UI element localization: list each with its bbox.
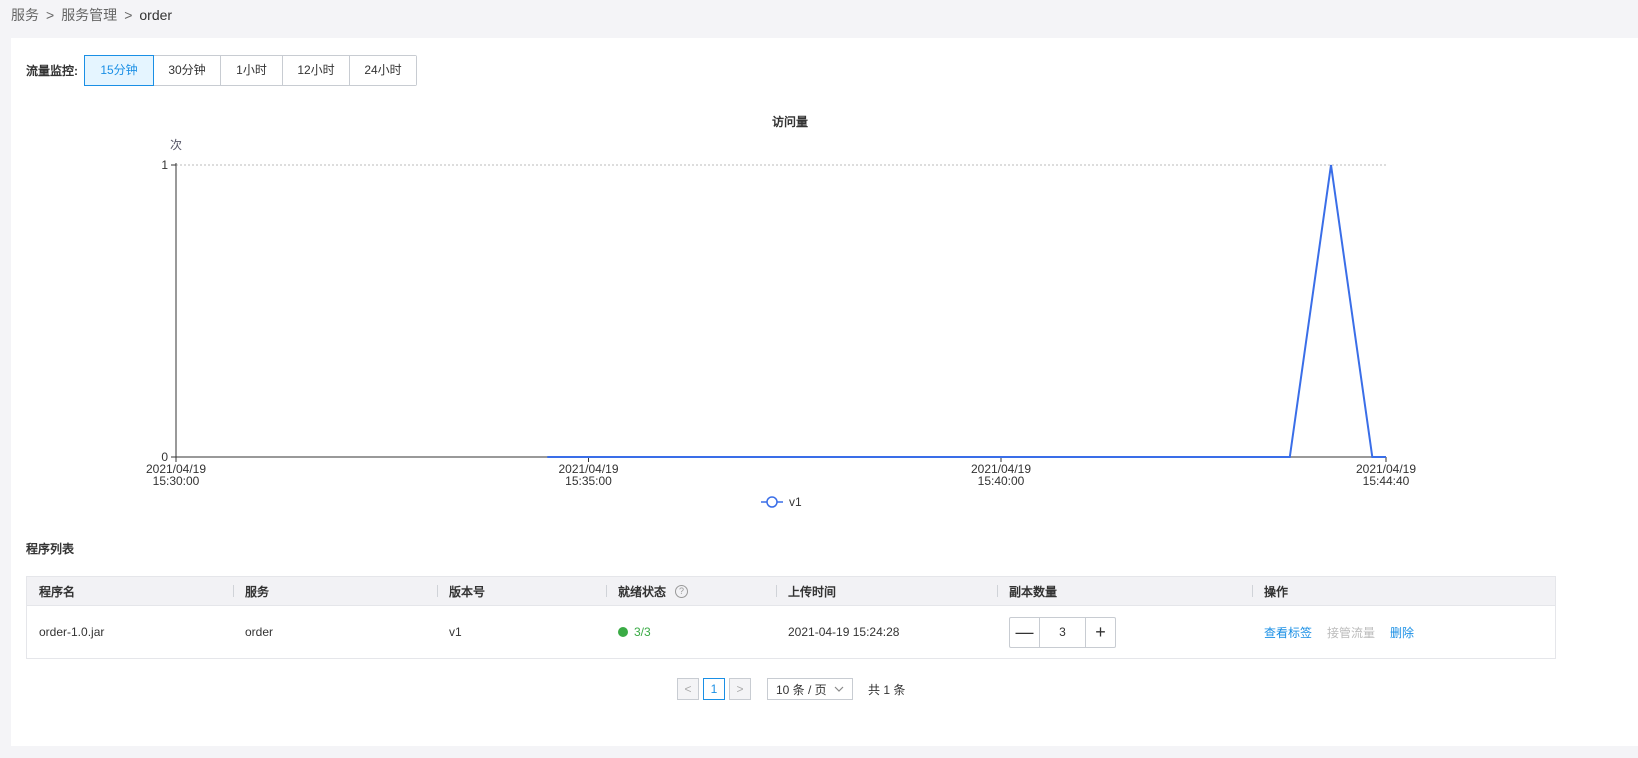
traffic-chart-svg: 访问量 次 01 2021/04/19 15:30:002021/04/19 15:… <box>146 114 1416 509</box>
cell-version: v1 <box>449 625 462 639</box>
pagination: < 1 > 10 条 / 页 共 1 条 <box>677 678 905 700</box>
traffic-monitor-row: 流量监控: 15分钟 30分钟 1小时 12小时 24小时 <box>26 55 417 86</box>
chevron-down-icon <box>834 686 844 692</box>
main-panel: 流量监控: 15分钟 30分钟 1小时 12小时 24小时 访问量 次 01 2… <box>11 38 1638 746</box>
breadcrumb-separator: > <box>124 7 133 23</box>
x-tick-label: 2021/04/19 15:35:00 <box>558 462 618 488</box>
cell-upload-time: 2021-04-19 15:24:28 <box>788 625 900 639</box>
y-tick-label: 1 <box>161 158 168 172</box>
table-body: order-1.0.jar order v1 3/3 2021-04-19 15… <box>27 606 1555 658</box>
legend-marker-icon[interactable] <box>766 496 778 508</box>
traffic-chart: 访问量 次 01 2021/04/19 15:30:00 2021/04/19 15:… <box>11 108 1638 518</box>
column-header-service: 服务 <box>233 583 437 600</box>
page-size-value: 10 条 / 页 <box>776 682 827 697</box>
legend-label[interactable]: v1 <box>789 495 802 509</box>
total-count: 共 1 条 <box>868 682 906 697</box>
view-tags-link[interactable]: 查看标签 <box>1264 624 1312 641</box>
chart-y-axis-label: 次 <box>170 138 182 152</box>
ready-status-dot-icon <box>618 627 628 637</box>
x-tick-label: 2021/04/19 15:44:40 <box>1356 462 1416 488</box>
breadcrumb-item-service-management[interactable]: 服务管理 <box>61 5 117 25</box>
cell-replicas: — 3 + <box>997 616 1252 648</box>
column-header-ready-status: 就绪状态? <box>606 583 776 600</box>
increment-button[interactable]: + <box>1086 618 1115 647</box>
page-size-select[interactable]: 10 条 / 页 <box>767 678 853 700</box>
help-icon[interactable]: ? <box>675 584 689 598</box>
decrement-button[interactable]: — <box>1010 618 1039 647</box>
cell-program-name: order-1.0.jar <box>39 625 105 639</box>
prev-page-button[interactable]: < <box>677 678 699 700</box>
range-30min-button[interactable]: 30分钟 <box>153 56 220 85</box>
next-page-button[interactable]: > <box>729 678 751 700</box>
cell-actions: 查看标签 接管流量 删除 <box>1252 624 1555 641</box>
chart-title: 访问量 <box>772 114 808 129</box>
traffic-monitor-label: 流量监控: <box>26 64 78 78</box>
program-list-title: 程序列表 <box>26 542 75 556</box>
range-24hour-button[interactable]: 24小时 <box>349 56 416 85</box>
table-row: order-1.0.jar order v1 3/3 2021-04-19 15… <box>27 606 1555 658</box>
x-tick-label: 2021/04/19 15:40:00 <box>971 462 1031 488</box>
range-12hour-button[interactable]: 12小时 <box>282 56 349 85</box>
time-range-selector: 15分钟 30分钟 1小时 12小时 24小时 <box>84 55 417 86</box>
table-header: 程序名 服务 版本号 就绪状态? 上传时间 副本数量 操作 <box>27 577 1555 606</box>
column-header-upload-time: 上传时间 <box>776 583 997 600</box>
replica-stepper: — 3 + <box>1009 616 1116 648</box>
ready-status-value: 3/3 <box>634 625 651 639</box>
breadcrumb: 服务 > 服务管理 > order <box>11 5 172 25</box>
breadcrumb-separator: > <box>46 7 55 23</box>
cell-service: order <box>245 625 274 639</box>
range-15min-button[interactable]: 15分钟 <box>84 55 154 86</box>
series-line-v1 <box>547 164 1386 458</box>
column-header-version: 版本号 <box>437 583 606 600</box>
page-number-current[interactable]: 1 <box>703 678 725 700</box>
cell-ready-status: 3/3 <box>606 625 776 639</box>
column-header-replicas: 副本数量 <box>997 583 1252 600</box>
breadcrumb-item-services[interactable]: 服务 <box>11 5 39 25</box>
take-over-traffic-link: 接管流量 <box>1327 625 1376 640</box>
breadcrumb-item-current: order <box>139 7 173 23</box>
program-table: 程序名 服务 版本号 就绪状态? 上传时间 副本数量 操作 order-1.0.… <box>26 576 1556 659</box>
range-1hour-button[interactable]: 1小时 <box>220 56 282 85</box>
x-tick-label: 2021/04/19 15:30:00 <box>146 462 206 488</box>
replica-count-value[interactable]: 3 <box>1039 617 1086 647</box>
delete-link[interactable]: 删除 <box>1390 624 1414 641</box>
column-header-program-name: 程序名 <box>39 584 76 599</box>
column-header-actions: 操作 <box>1252 583 1555 600</box>
